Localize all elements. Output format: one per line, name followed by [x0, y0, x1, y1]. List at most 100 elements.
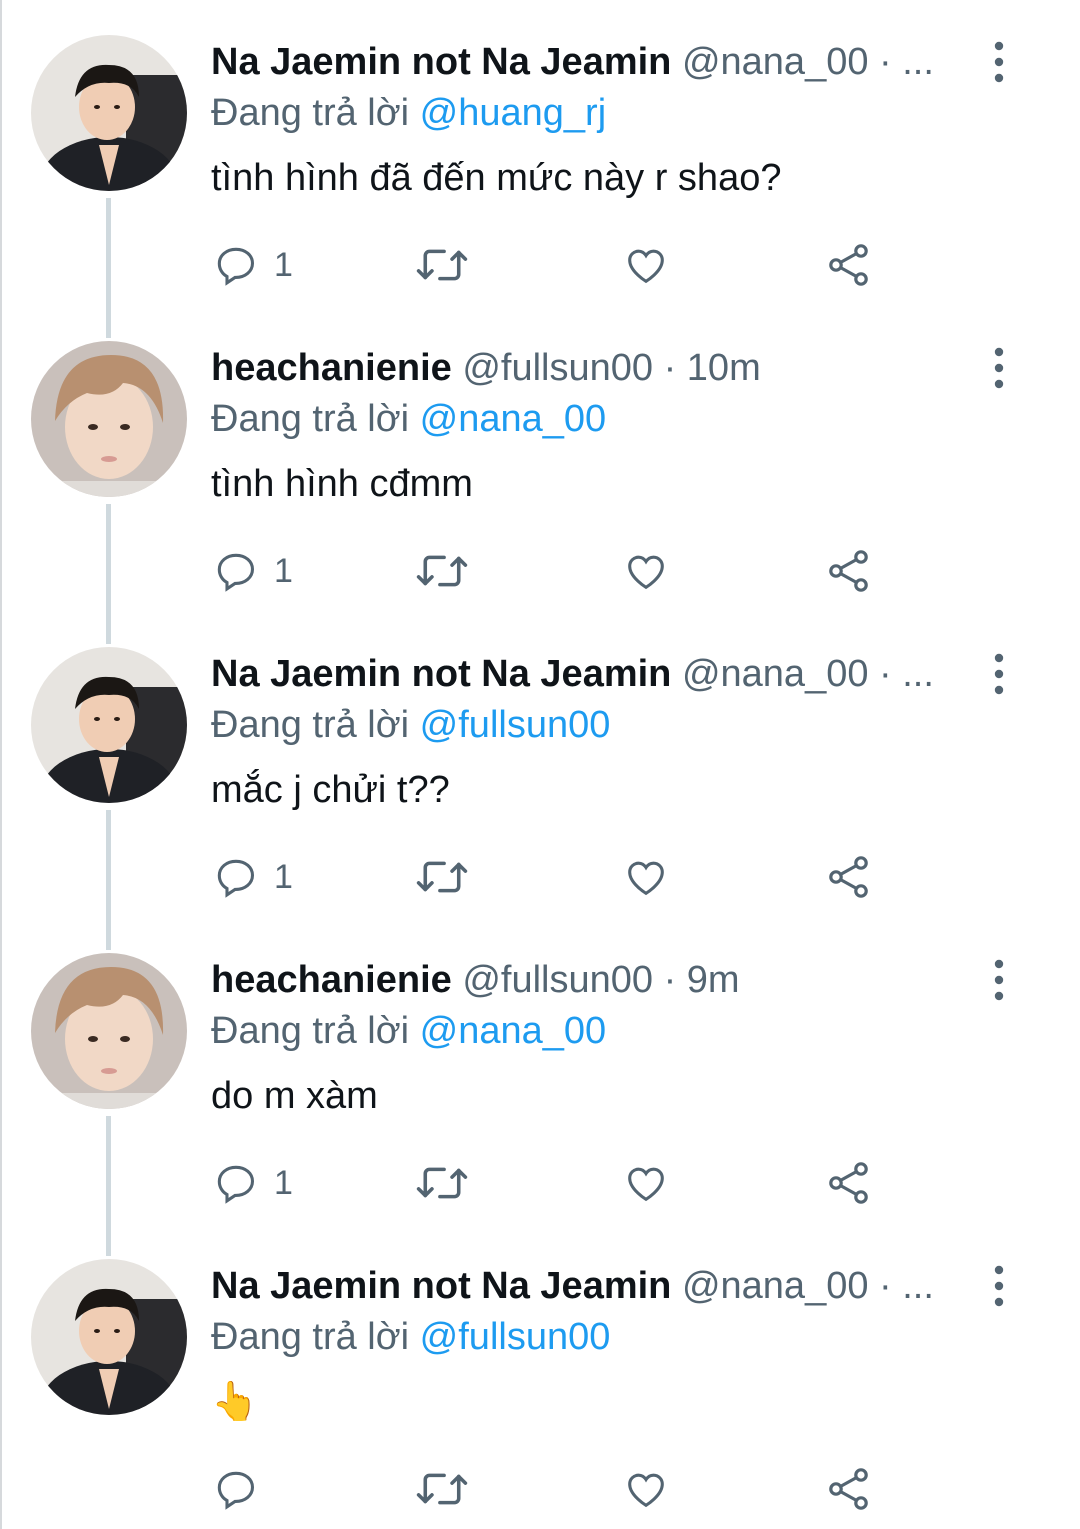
- avatar[interactable]: [31, 647, 187, 803]
- replying-to-line: Đang trả lời @nana_00: [211, 1007, 606, 1055]
- share-icon: [824, 853, 874, 901]
- reply-count: 1: [274, 245, 293, 284]
- tweet-text: mắc j chửi t??: [211, 769, 450, 811]
- reply-button[interactable]: 1: [212, 852, 293, 902]
- tweet-row[interactable]: Na Jaemin not Na Jeamin @nana_00 · ... Đ…: [0, 1224, 1080, 1529]
- share-button[interactable]: [824, 546, 874, 596]
- tweet-actions: [212, 1464, 892, 1514]
- retweet-icon: [414, 242, 470, 288]
- user-handle[interactable]: @fullsun00: [462, 959, 653, 1001]
- tweet-header: Na Jaemin not Na Jeamin @nana_00 · ...: [211, 1262, 934, 1310]
- retweet-button[interactable]: [414, 546, 470, 596]
- replying-to-line: Đang trả lời @nana_00: [211, 395, 606, 443]
- tweet-actions: 1: [212, 1158, 892, 1208]
- avatar[interactable]: [31, 953, 187, 1109]
- heart-icon: [622, 854, 670, 900]
- more-vertical-icon[interactable]: [985, 958, 1013, 1002]
- separator-dot: ·: [879, 653, 892, 695]
- share-button[interactable]: [824, 240, 874, 290]
- share-button[interactable]: [824, 852, 874, 902]
- heart-icon: [622, 548, 670, 594]
- retweet-icon: [414, 548, 470, 594]
- like-button[interactable]: [622, 1464, 670, 1514]
- display-name[interactable]: heachanienie: [211, 347, 452, 389]
- user-handle[interactable]: @nana_00: [682, 41, 869, 83]
- share-button[interactable]: [824, 1158, 874, 1208]
- reply-bubble-icon: [212, 242, 260, 288]
- tweet-header: heachanienie @fullsun00 · 10m: [211, 344, 761, 392]
- share-button[interactable]: [824, 1464, 874, 1514]
- replying-label: Đang trả lời: [211, 398, 410, 440]
- display-name[interactable]: Na Jaemin not Na Jeamin: [211, 653, 671, 695]
- reply-count: 1: [274, 857, 293, 896]
- user-handle[interactable]: @nana_00: [682, 1265, 869, 1307]
- reply-bubble-icon: [212, 548, 260, 594]
- reply-button[interactable]: [212, 1464, 274, 1514]
- tweet-time[interactable]: 9m: [687, 959, 740, 1001]
- replying-to-line: Đang trả lời @fullsun00: [211, 1313, 610, 1361]
- share-icon: [824, 547, 874, 595]
- tweet-time[interactable]: ...: [902, 1265, 934, 1307]
- tweet-header: heachanienie @fullsun00 · 9m: [211, 956, 740, 1004]
- retweet-button[interactable]: [414, 1464, 470, 1514]
- more-vertical-icon[interactable]: [985, 346, 1013, 390]
- tweet-row[interactable]: heachanienie @fullsun00 · 9m Đang trả lờ…: [0, 918, 1080, 1256]
- separator-dot: ·: [879, 1265, 892, 1307]
- reply-bubble-icon: [212, 1160, 260, 1206]
- tweet-row[interactable]: heachanienie @fullsun00 · 10m Đang trả l…: [0, 306, 1080, 644]
- tweet-time[interactable]: ...: [902, 41, 934, 83]
- reply-to-link[interactable]: @fullsun00: [420, 1316, 611, 1358]
- tweet-row[interactable]: Na Jaemin not Na Jeamin @nana_00 · ... Đ…: [0, 0, 1080, 338]
- tweet-header: Na Jaemin not Na Jeamin @nana_00 · ...: [211, 38, 934, 86]
- display-name[interactable]: Na Jaemin not Na Jeamin: [211, 41, 671, 83]
- retweet-icon: [414, 1160, 470, 1206]
- reply-to-link[interactable]: @fullsun00: [420, 704, 611, 746]
- replying-label: Đang trả lời: [211, 1010, 410, 1052]
- tweet-time[interactable]: ...: [902, 653, 934, 695]
- like-button[interactable]: [622, 546, 670, 596]
- tweet-actions: 1: [212, 852, 892, 902]
- display-name[interactable]: Na Jaemin not Na Jeamin: [211, 1265, 671, 1307]
- share-icon: [824, 241, 874, 289]
- more-vertical-icon[interactable]: [985, 652, 1013, 696]
- reply-to-link[interactable]: @huang_rj: [420, 92, 606, 134]
- heart-icon: [622, 242, 670, 288]
- retweet-button[interactable]: [414, 852, 470, 902]
- tweet-actions: 1: [212, 546, 892, 596]
- reply-thread: Na Jaemin not Na Jeamin @nana_00 · ... Đ…: [0, 0, 1080, 1529]
- reply-button[interactable]: 1: [212, 1158, 293, 1208]
- display-name[interactable]: heachanienie: [211, 959, 452, 1001]
- avatar[interactable]: [31, 341, 187, 497]
- retweet-button[interactable]: [414, 240, 470, 290]
- tweet-text: tình hình đã đến mức này r shao?: [211, 157, 782, 199]
- separator-dot: ·: [663, 347, 677, 389]
- retweet-button[interactable]: [414, 1158, 470, 1208]
- share-icon: [824, 1465, 874, 1513]
- share-icon: [824, 1159, 874, 1207]
- reply-count: 1: [274, 551, 293, 590]
- retweet-icon: [414, 1466, 470, 1512]
- tweet-row[interactable]: Na Jaemin not Na Jeamin @nana_00 · ... Đ…: [0, 612, 1080, 950]
- replying-label: Đang trả lời: [211, 704, 410, 746]
- like-button[interactable]: [622, 852, 670, 902]
- tweet-time[interactable]: 10m: [687, 347, 761, 389]
- avatar[interactable]: [31, 35, 187, 191]
- replying-to-line: Đang trả lời @fullsun00: [211, 701, 610, 749]
- reply-to-link[interactable]: @nana_00: [420, 398, 607, 440]
- avatar[interactable]: [31, 1259, 187, 1415]
- tweet-text: do m xàm: [211, 1075, 378, 1117]
- user-handle[interactable]: @fullsun00: [462, 347, 653, 389]
- user-handle[interactable]: @nana_00: [682, 653, 869, 695]
- replying-label: Đang trả lời: [211, 1316, 410, 1358]
- tweet-text: tình hình cđmm: [211, 463, 473, 505]
- tweet-header: Na Jaemin not Na Jeamin @nana_00 · ...: [211, 650, 934, 698]
- heart-icon: [622, 1160, 670, 1206]
- reply-button[interactable]: 1: [212, 240, 293, 290]
- reply-button[interactable]: 1: [212, 546, 293, 596]
- like-button[interactable]: [622, 240, 670, 290]
- replying-label: Đang trả lời: [211, 92, 410, 134]
- like-button[interactable]: [622, 1158, 670, 1208]
- more-vertical-icon[interactable]: [985, 40, 1013, 84]
- more-vertical-icon[interactable]: [985, 1264, 1013, 1308]
- reply-to-link[interactable]: @nana_00: [420, 1010, 607, 1052]
